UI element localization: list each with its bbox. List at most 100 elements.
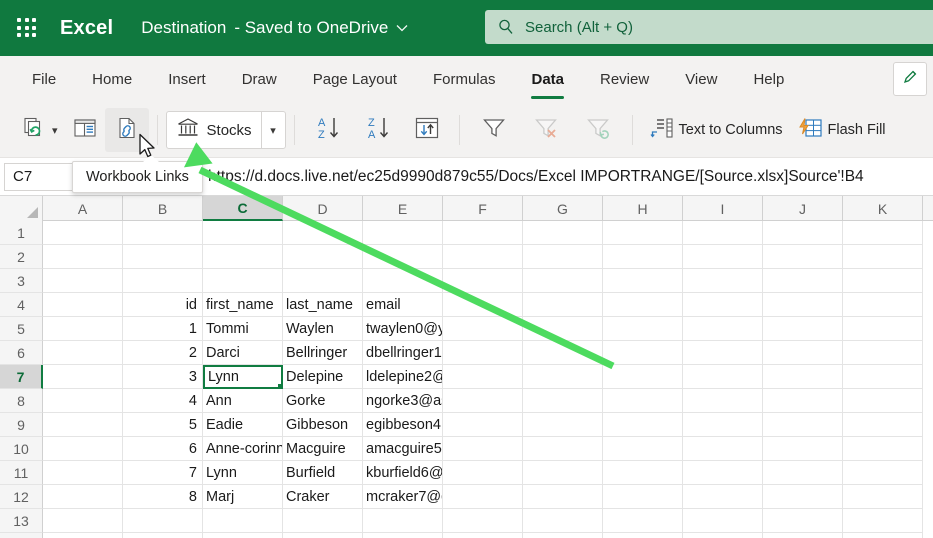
cell-f3[interactable] — [443, 269, 523, 293]
cell-d4[interactable]: last_name — [283, 293, 363, 317]
stocks-dropdown[interactable]: ▾ — [260, 112, 285, 148]
cell-d5[interactable]: Waylen — [283, 317, 363, 341]
cell-a11[interactable] — [43, 461, 123, 485]
cell-a8[interactable] — [43, 389, 123, 413]
cell-b7[interactable]: 3 — [123, 365, 203, 389]
cell-b1[interactable] — [123, 221, 203, 245]
cell-h13[interactable] — [603, 509, 683, 533]
cell-g11[interactable] — [523, 461, 603, 485]
flash-fill-button[interactable]: Flash Fill — [790, 108, 893, 152]
cell-d2[interactable] — [283, 245, 363, 269]
cell-j6[interactable] — [763, 341, 843, 365]
cell-f12[interactable] — [443, 485, 523, 509]
cell-j9[interactable] — [763, 413, 843, 437]
cell-b11[interactable]: 7 — [123, 461, 203, 485]
cell-a10[interactable] — [43, 437, 123, 461]
cell-f13[interactable] — [443, 509, 523, 533]
cell-i9[interactable] — [683, 413, 763, 437]
cell-k14[interactable] — [843, 533, 923, 538]
cell-g14[interactable] — [523, 533, 603, 538]
cell-e1[interactable] — [363, 221, 443, 245]
cell-a5[interactable] — [43, 317, 123, 341]
cell-k13[interactable] — [843, 509, 923, 533]
cell-j8[interactable] — [763, 389, 843, 413]
cell-g3[interactable] — [523, 269, 603, 293]
cell-i8[interactable] — [683, 389, 763, 413]
column-header-h[interactable]: H — [603, 196, 683, 221]
cell-k1[interactable] — [843, 221, 923, 245]
cell-j5[interactable] — [763, 317, 843, 341]
cell-j2[interactable] — [763, 245, 843, 269]
cell-b10[interactable]: 6 — [123, 437, 203, 461]
cell-g9[interactable] — [523, 413, 603, 437]
cell-g1[interactable] — [523, 221, 603, 245]
cell-j12[interactable] — [763, 485, 843, 509]
sort-za-button[interactable]: Z A — [353, 108, 403, 152]
cell-a13[interactable] — [43, 509, 123, 533]
cell-i3[interactable] — [683, 269, 763, 293]
cell-e7[interactable]: ldelepine2@wikispaces.com — [363, 365, 443, 389]
cell-a12[interactable] — [43, 485, 123, 509]
cell-b13[interactable] — [123, 509, 203, 533]
cell-j10[interactable] — [763, 437, 843, 461]
cell-f2[interactable] — [443, 245, 523, 269]
clear-filter-button[interactable] — [520, 108, 572, 152]
cell-e14[interactable] — [363, 533, 443, 538]
cell-i10[interactable] — [683, 437, 763, 461]
cell-i7[interactable] — [683, 365, 763, 389]
row-header-3[interactable]: 3 — [0, 269, 43, 293]
tab-draw[interactable]: Draw — [224, 56, 295, 103]
cell-b8[interactable]: 4 — [123, 389, 203, 413]
cell-b5[interactable]: 1 — [123, 317, 203, 341]
row-header-13[interactable]: 13 — [0, 509, 43, 533]
cell-e12[interactable]: mcraker7@dell.com — [363, 485, 443, 509]
tab-help[interactable]: Help — [735, 56, 802, 103]
cell-h5[interactable] — [603, 317, 683, 341]
column-header-b[interactable]: B — [123, 196, 203, 221]
stocks-button[interactable]: Stocks ▾ — [165, 111, 286, 149]
stocks-main[interactable]: Stocks — [167, 112, 261, 148]
cell-e10[interactable]: amacguire5@dyndns.org — [363, 437, 443, 461]
column-header-e[interactable]: E — [363, 196, 443, 221]
cell-j14[interactable] — [763, 533, 843, 538]
cell-h11[interactable] — [603, 461, 683, 485]
filter-button[interactable] — [468, 108, 520, 152]
cell-k2[interactable] — [843, 245, 923, 269]
tab-file[interactable]: File — [14, 56, 74, 103]
cell-d12[interactable]: Craker — [283, 485, 363, 509]
column-header-c[interactable]: C — [203, 196, 283, 221]
row-header-2[interactable]: 2 — [0, 245, 43, 269]
cell-a9[interactable] — [43, 413, 123, 437]
tab-data[interactable]: Data — [513, 56, 582, 103]
document-title-button[interactable]: Destination - Saved to OneDrive — [141, 18, 408, 38]
cell-d10[interactable]: Macguire — [283, 437, 363, 461]
cell-h10[interactable] — [603, 437, 683, 461]
column-header-j[interactable]: J — [763, 196, 843, 221]
cell-d1[interactable] — [283, 221, 363, 245]
cell-h9[interactable] — [603, 413, 683, 437]
cell-c14[interactable] — [203, 533, 283, 538]
select-all-corner[interactable] — [0, 196, 43, 221]
formula-input[interactable]: 'https://d.docs.live.net/ec25d9990d879c5… — [203, 163, 933, 191]
cell-f14[interactable] — [443, 533, 523, 538]
draw-pen-button[interactable] — [893, 62, 927, 96]
cell-i1[interactable] — [683, 221, 763, 245]
cell-a2[interactable] — [43, 245, 123, 269]
cell-i13[interactable] — [683, 509, 763, 533]
cell-d14[interactable] — [283, 533, 363, 538]
column-header-k[interactable]: K — [843, 196, 923, 221]
cell-h8[interactable] — [603, 389, 683, 413]
row-header-5[interactable]: 5 — [0, 317, 43, 341]
cell-i11[interactable] — [683, 461, 763, 485]
column-header-g[interactable]: G — [523, 196, 603, 221]
cell-i12[interactable] — [683, 485, 763, 509]
cell-e13[interactable] — [363, 509, 443, 533]
cell-e2[interactable] — [363, 245, 443, 269]
row-header-6[interactable]: 6 — [0, 341, 43, 365]
row-header-4[interactable]: 4 — [0, 293, 43, 317]
cell-k6[interactable] — [843, 341, 923, 365]
cell-a7[interactable] — [43, 365, 123, 389]
reapply-filter-button[interactable] — [572, 108, 624, 152]
refresh-all-button[interactable]: ▾ — [14, 108, 65, 152]
cell-g4[interactable] — [523, 293, 603, 317]
